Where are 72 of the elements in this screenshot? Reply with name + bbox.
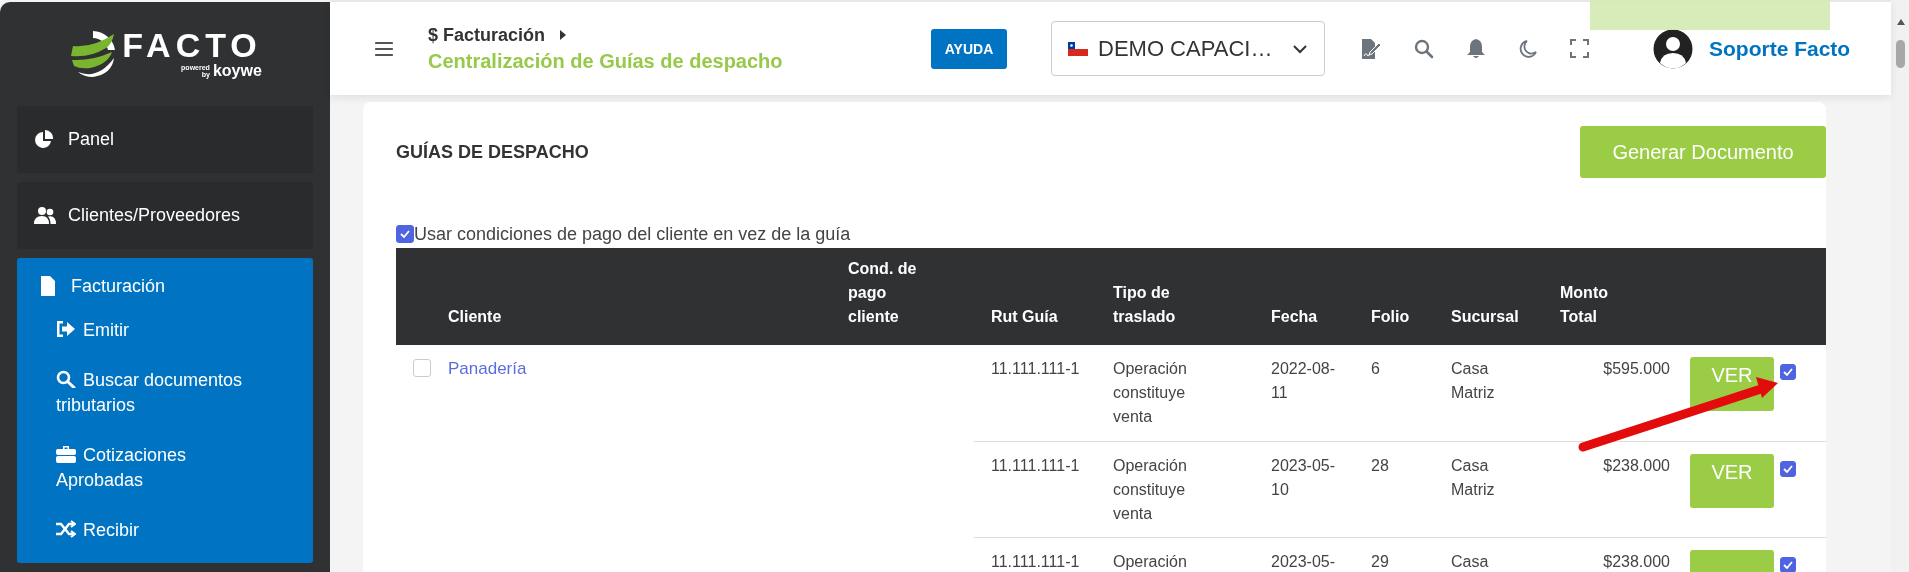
search-icon	[56, 370, 76, 388]
scroll-up-icon[interactable]	[1895, 18, 1906, 26]
user-name[interactable]: Soporte Facto	[1709, 36, 1851, 61]
exit-arrow-icon	[56, 320, 76, 338]
pie-chart-icon	[34, 129, 56, 150]
sidebar-item[interactable]: Clientes/Proveedores	[17, 182, 313, 249]
table-cell: 11.111.111-1	[991, 360, 1080, 377]
page-title: Centralización de Guías de despacho	[428, 49, 784, 73]
table-cell-text: Operación constituye venta	[1113, 456, 1188, 524]
bell-icon[interactable]	[1466, 37, 1486, 60]
table-cell-text: Casa	[1451, 552, 1490, 572]
checkmark-icon	[400, 230, 410, 238]
menu-icon[interactable]	[375, 40, 393, 57]
chevron-down-icon	[1292, 43, 1308, 54]
table-cell: 28	[1371, 457, 1389, 474]
company-select[interactable]: DEMO CAPACI…	[1051, 21, 1325, 76]
row-checkbox[interactable]	[1780, 557, 1796, 572]
table-cell: 6	[1371, 360, 1380, 377]
submenu-item[interactable]: Recibir	[56, 518, 266, 543]
column-header: Cond. de pago cliente	[848, 259, 918, 327]
avatar-icon[interactable]	[1653, 28, 1693, 69]
table-cell: 11.111.111-1	[991, 553, 1080, 570]
table-cell: 11.111.111-1	[991, 457, 1080, 474]
help-button[interactable]: AYUDA	[931, 28, 1007, 69]
column-header: Fecha	[1271, 307, 1318, 327]
client-link[interactable]: Panadería	[448, 359, 527, 378]
flag-icon	[1068, 41, 1088, 56]
checkmark-icon	[1783, 368, 1793, 376]
sidebar-item[interactable]: Facturación Emitir Buscar documentos tributarios Cotizaciones Aprobadas Recibir	[17, 258, 313, 563]
fullscreen-icon[interactable]	[1570, 39, 1589, 58]
column-header: Tipo de traslado	[1113, 283, 1177, 327]
search-icon[interactable]	[1414, 38, 1434, 59]
table-cell-text: Casa Matriz	[1451, 456, 1496, 500]
table-cell: 29	[1371, 553, 1389, 570]
sidebar-item[interactable]: Panel	[17, 106, 313, 173]
column-header: Folio	[1371, 307, 1410, 327]
checkmark-icon	[1783, 465, 1793, 473]
table-cell-text: Operación	[1113, 552, 1188, 572]
row-checkbox[interactable]	[1780, 461, 1796, 477]
table-cell: $238.000	[1603, 553, 1670, 570]
column-header: Cliente	[448, 307, 502, 327]
table-cell: $595.000	[1603, 360, 1670, 377]
section-title: GUÍAS DE DESPACHO	[396, 141, 589, 163]
scroll-thumb[interactable]	[1896, 40, 1905, 68]
checkbox-label: Usar condiciones de pago del cliente en vez de la guía	[414, 223, 851, 245]
users-icon	[34, 205, 56, 226]
caret-right-icon	[559, 29, 568, 41]
column-header: Rut Guía	[991, 307, 1058, 327]
shuffle-icon	[56, 520, 76, 538]
submenu-item[interactable]: Emitir	[56, 318, 266, 343]
table-cell-text: Casa Matriz	[1451, 359, 1496, 403]
checkmark-icon	[1783, 561, 1793, 569]
sidebar-item-label: Facturación	[71, 275, 166, 297]
briefcase-icon	[56, 445, 76, 463]
row-checkbox[interactable]	[1780, 364, 1796, 380]
column-header: Monto Total	[1560, 283, 1609, 327]
logo-brand-text: koywe	[212, 62, 262, 80]
column-header: Sucursal	[1451, 307, 1519, 327]
table-cell-text: 2023-05-	[1271, 552, 1337, 572]
breadcrumb-section[interactable]: $ Facturación	[428, 24, 546, 46]
table-cell-text: 2022-08-11	[1271, 359, 1337, 403]
sidebar-item-label: Clientes/Proveedores	[68, 205, 241, 226]
checkbox[interactable]	[396, 225, 414, 243]
submenu-item[interactable]: Buscar documentos tributarios	[56, 368, 266, 418]
table-cell-text: 2023-05-10	[1271, 456, 1337, 500]
sidebar-item-label: Panel	[68, 129, 115, 150]
submenu-item[interactable]: Cotizaciones Aprobadas	[56, 443, 266, 493]
moon-icon[interactable]	[1518, 38, 1538, 59]
table-cell: $238.000	[1603, 457, 1670, 474]
table-cell-text: Operación constituye venta	[1113, 359, 1188, 427]
signed-document-icon[interactable]	[1360, 37, 1382, 60]
logo-wordmark: FACTO	[122, 28, 262, 62]
